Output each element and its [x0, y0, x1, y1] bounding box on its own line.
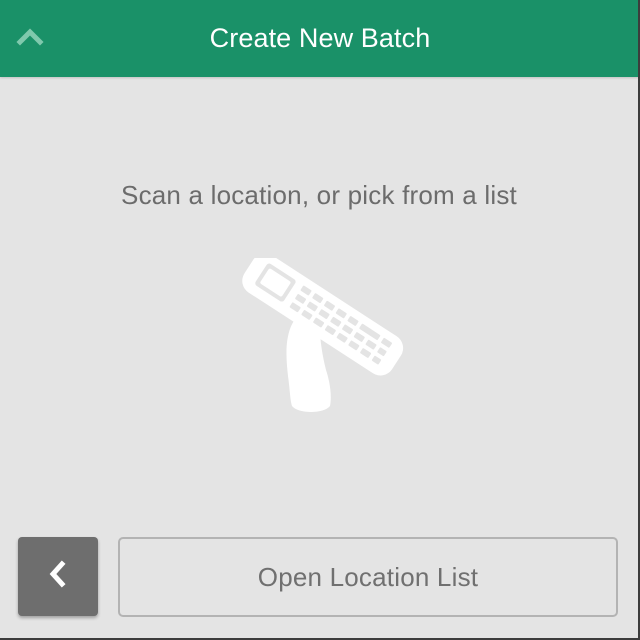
- scan-instruction: Scan a location, or pick from a list: [121, 180, 517, 210]
- back-button[interactable]: [18, 537, 98, 616]
- page-title: Create New Batch: [209, 23, 431, 53]
- collapse-button[interactable]: [8, 16, 52, 60]
- handheld-scanner-icon: [226, 253, 412, 418]
- open-location-list-button[interactable]: Open Location List: [118, 537, 618, 617]
- header-bar: Create New Batch: [0, 0, 638, 77]
- open-location-list-label: Open Location List: [257, 561, 479, 592]
- chevron-up-icon: [16, 26, 44, 51]
- chevron-left-icon: [47, 560, 69, 593]
- create-batch-screen: Create New Batch Scan a location, or pic…: [0, 0, 640, 640]
